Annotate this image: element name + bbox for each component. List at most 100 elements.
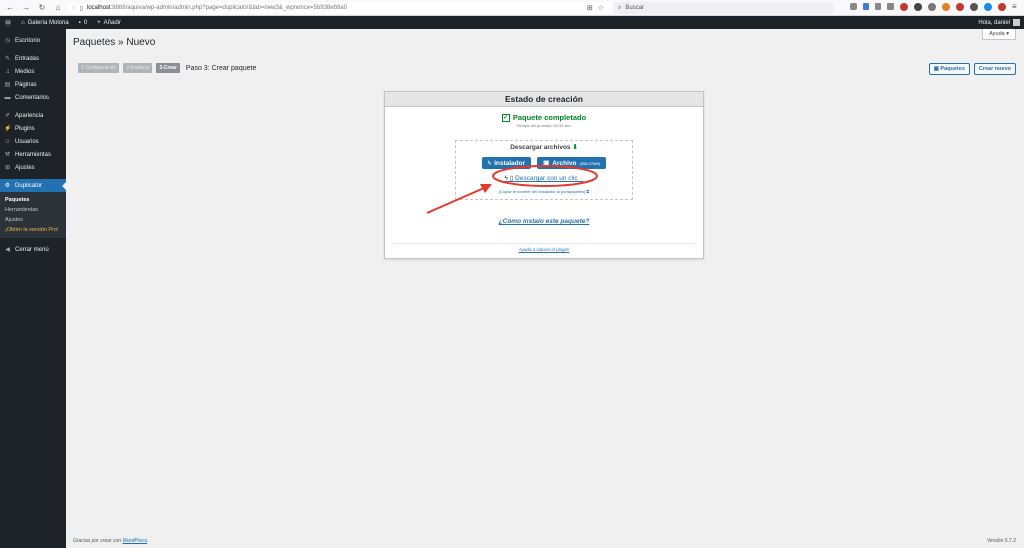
extension-icon-1[interactable] xyxy=(850,3,857,10)
account-link[interactable]: Hola, daniel xyxy=(978,19,1020,26)
avatar xyxy=(1013,19,1020,26)
comments-link[interactable]: ▪ 0 xyxy=(74,20,92,26)
step-1: 1-Configuración xyxy=(78,63,120,73)
collapse-icon: ◀ xyxy=(5,247,10,253)
sidebar-item-apariencia[interactable]: ✐ Apariencia xyxy=(0,109,66,122)
archive-button[interactable]: ▣ Archivo (598.07MB) xyxy=(537,157,607,169)
page-title: Paquetes » Nuevo xyxy=(73,37,156,48)
divider xyxy=(393,243,695,244)
sidebar-item-label: Usuarios xyxy=(15,138,39,145)
sidebar-item-plugins[interactable]: ⚡ Plugins xyxy=(0,122,66,135)
extension-icon-7[interactable] xyxy=(970,3,978,11)
sidebar-item-label: Páginas xyxy=(15,81,37,88)
wordpress-link[interactable]: WordPress xyxy=(122,538,147,544)
sidebar-item-comentarios[interactable]: ▬ Comentarios xyxy=(0,91,66,104)
sidebar-icon[interactable] xyxy=(887,3,894,10)
sidebar-item-medios[interactable]: ♫ Medios xyxy=(0,65,66,78)
tools-icon: ⚒ xyxy=(4,152,11,158)
menu-icon[interactable]: ≡ xyxy=(1012,3,1020,11)
sidebar-item-label: Comentarios xyxy=(15,94,50,101)
extension-icon-2[interactable] xyxy=(900,3,908,11)
process-time: Tiempo del proceso: 00.33 sec. xyxy=(516,123,572,128)
users-icon: ☺ xyxy=(4,138,11,145)
download-box: Descargar archivos ⬇ ϟ Instalador ▣ Arch… xyxy=(455,140,633,200)
shield-icon: ◌ xyxy=(72,5,76,11)
sidebar-item-label: Medios xyxy=(15,68,35,75)
wp-logo-icon[interactable]: Ⓦ xyxy=(0,18,16,27)
footer-thanks: Gracias por crear con WordPress. xyxy=(73,538,149,544)
sidebar-item-label: Apariencia xyxy=(15,112,44,119)
download-icon[interactable] xyxy=(863,3,869,10)
duplicator-icon: ⚙ xyxy=(4,183,11,189)
site-name-link[interactable]: ⌂ Galería Molona xyxy=(16,20,74,26)
brush-icon: ✐ xyxy=(4,113,11,119)
create-new-button[interactable]: Crear nuevo xyxy=(973,63,1016,75)
sidebar-item-entradas[interactable]: ✎ Entradas xyxy=(0,52,66,65)
check-icon: ✓ xyxy=(501,113,510,122)
help-tab-button[interactable]: Ayuda ▾ xyxy=(982,29,1016,40)
url-host: localhost xyxy=(86,5,111,11)
status-text: Paquete completado xyxy=(512,113,587,122)
step-label: Paso 3: Crear paquete xyxy=(185,64,257,72)
url-bar[interactable]: ◌ ▯ localhost:8888/aquiva/wp-admin/admin… xyxy=(68,2,612,14)
url-path: :8888/aquiva/wp-admin/admin.php?page=dup… xyxy=(110,5,347,11)
library-icon[interactable] xyxy=(875,3,881,10)
bookmark-star-icon[interactable]: ☆ xyxy=(598,4,604,12)
one-click-download-link[interactable]: ϟ ▯ Descargar con un clic ⓘ xyxy=(456,174,632,182)
sidebar-item-escritorio[interactable]: ◷ Escritorio xyxy=(0,34,66,47)
extension-icon-5[interactable] xyxy=(942,3,950,11)
plus-icon: + xyxy=(97,19,101,26)
extension-icon-3[interactable] xyxy=(914,3,922,11)
copy-label: [Copiar el nombre del instalador al port… xyxy=(498,189,586,194)
add-label: Añadir xyxy=(103,19,122,26)
add-new-link[interactable]: + Añadir xyxy=(92,20,126,26)
reload-icon[interactable]: ↻ xyxy=(38,3,46,12)
extension-icon-6[interactable] xyxy=(956,3,964,11)
comment-icon: ▪ xyxy=(78,19,81,26)
footer-thanks-text: Gracias por crear con xyxy=(73,538,122,544)
site-name: Galería Molona xyxy=(27,19,69,26)
packages-button[interactable]: ▦ Paquetes xyxy=(928,63,970,75)
comments-count: 0 xyxy=(83,19,88,26)
back-icon[interactable]: ← xyxy=(6,3,14,12)
archive-label: Archivo xyxy=(552,159,577,167)
comment-icon: ▬ xyxy=(4,94,11,101)
copy-installer-name-link[interactable]: [Copiar el nombre del instalador al port… xyxy=(456,189,632,194)
submenu-item-pro[interactable]: ¡Obtén la versión Pro! xyxy=(0,225,66,235)
home-icon[interactable]: ⌂ xyxy=(54,3,62,12)
wp-admin-bar: Ⓦ ⌂ Galería Molona ▪ 0 + Añadir Hola, da… xyxy=(0,16,1024,29)
extension-icon-4[interactable] xyxy=(928,3,936,11)
search-bar[interactable]: ⌕ Buscar xyxy=(614,2,834,14)
forward-icon[interactable]: → xyxy=(22,3,30,12)
installer-button[interactable]: ϟ Instalador xyxy=(481,157,532,169)
sidebar-item-label: Ajustes xyxy=(15,164,35,171)
step-3: 3-Crear xyxy=(156,63,180,73)
admin-sidebar: ◷ Escritorio ✎ Entradas ♫ Medios ▤ Páginas ▬… xyxy=(0,29,66,548)
download-icon: ⬇ xyxy=(572,144,578,151)
sidebar-item-herramientas[interactable]: ⚒ Herramientas xyxy=(0,148,66,161)
info-icon: ⓘ xyxy=(579,176,584,181)
sidebar-item-ajustes[interactable]: ⊞ Ajustes xyxy=(0,161,66,174)
extension-icon-9[interactable] xyxy=(998,3,1006,11)
extension-icon-8[interactable] xyxy=(984,3,992,11)
sidebar-item-paginas[interactable]: ▤ Páginas xyxy=(0,78,66,91)
rate-plugin-link[interactable]: Ayuda a valorar el plugin! xyxy=(385,247,703,252)
step-2: 2-Explorar xyxy=(123,63,153,73)
translate-icon[interactable]: ⊞ xyxy=(587,4,593,12)
sidebar-item-label: Duplicator xyxy=(15,182,43,189)
main-content: Ayuda ▾ Paquetes » Nuevo 1-Configuración… xyxy=(66,29,1024,548)
packages-label: Paquetes xyxy=(940,66,965,72)
submenu-item-paquetes[interactable]: Paquetes xyxy=(0,195,66,205)
bolt-icon: ϟ xyxy=(487,159,492,167)
copy-icon: ⧉ xyxy=(586,189,590,194)
sidebar-item-duplicator[interactable]: ⚙ Duplicator xyxy=(0,179,66,192)
file-zip-icon: ▣ xyxy=(543,160,550,167)
collapse-menu-button[interactable]: ◀ Cerrar menú xyxy=(0,243,66,256)
page-icon: ▤ xyxy=(4,82,11,88)
media-icon: ♫ xyxy=(5,68,10,75)
howto-install-link[interactable]: ¿Cómo instalo este paquete? xyxy=(385,218,703,225)
submenu-item-herramientas[interactable]: Herramientas xyxy=(0,205,66,215)
download-title-text: Descargar archivos xyxy=(510,144,571,151)
submenu-item-ajustes[interactable]: Ajustes xyxy=(0,215,66,225)
sidebar-item-usuarios[interactable]: ☺ Usuarios xyxy=(0,135,66,148)
